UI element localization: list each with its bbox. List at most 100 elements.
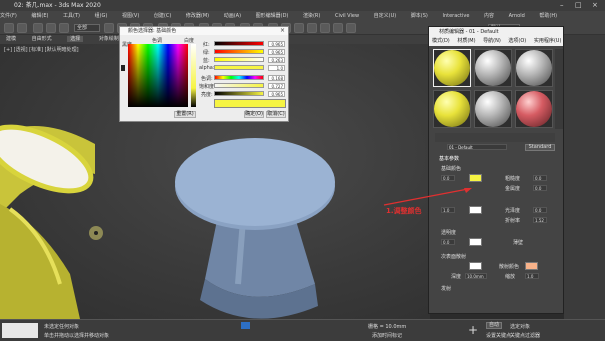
color-swatch [214,99,286,108]
me-menu-navigation[interactable]: 导航(N) [483,38,501,44]
subsurface-color-swatch[interactable] [469,262,482,270]
green-slider[interactable] [214,49,264,54]
reset-button[interactable]: 重置(R) [174,111,196,118]
auto-key-button[interactable]: 自动 [486,322,502,329]
hue-channel-slider[interactable] [214,75,264,80]
material-name-field[interactable]: 01 - Default [447,144,507,150]
ok-button[interactable]: 确定(O) [244,111,264,118]
blue-value[interactable]: 0.263 [268,57,285,63]
emission-label: 发射 [441,286,452,292]
redo-icon[interactable] [17,23,27,33]
me-menu-modes[interactable]: 模式(D) [432,38,450,44]
hue-channel-value[interactable]: 0.168 [268,75,285,81]
material-slot-5[interactable] [474,90,512,128]
render-setup-icon[interactable] [320,23,330,33]
me-menu-options[interactable]: 选项(O) [508,38,526,44]
ribbon-tab-modeling[interactable]: 建模 [6,36,16,42]
maxscript-listener[interactable] [2,323,38,338]
thin-walled-checkbox[interactable]: 薄壁 [513,239,523,246]
minimize-icon[interactable]: – [560,0,564,11]
ribbon-tab-freeform[interactable]: 自由形式 [32,36,52,42]
scatter-color-swatch[interactable] [525,262,538,270]
material-sphere [434,91,470,127]
menu-modifiers[interactable]: 修改器(M) [186,13,209,19]
value-value[interactable]: 0.965 [268,91,285,97]
set-key-button[interactable]: 设置关键点 [486,332,511,339]
saturation-slider[interactable] [214,83,264,88]
menu-help[interactable]: 帮助(H) [539,13,557,19]
material-sphere [516,91,552,127]
close-icon[interactable]: × [592,0,598,11]
blackness-marker[interactable] [121,65,125,71]
value-slider[interactable] [214,91,264,96]
base-weight-field[interactable]: 0.0 [441,175,455,181]
selection-lock-icon[interactable] [241,322,250,329]
transparency-color-swatch[interactable] [469,238,482,246]
undo-icon[interactable] [4,23,14,33]
material-slot-1[interactable] [433,49,471,87]
color-selector-close-icon[interactable]: × [280,27,285,34]
link-icon[interactable] [33,23,43,33]
scale-field[interactable]: 1.0 [525,273,539,279]
depth-field[interactable]: 10.0mm [465,273,487,279]
blue-slider[interactable] [214,57,264,62]
basic-params-rollout[interactable]: 基本参数 [439,155,459,162]
maximize-icon[interactable]: □ [575,0,582,11]
menu-graph-editors[interactable]: 图形编辑器(D) [256,13,289,19]
menu-file[interactable]: 文件(F) [0,13,17,19]
material-slot-4[interactable] [433,90,471,128]
menu-interactive[interactable]: Interactive [442,13,469,19]
unlink-icon[interactable] [46,23,56,33]
hue-blackness-field[interactable] [128,44,188,107]
metalness-field[interactable]: 0.0 [533,185,547,191]
selection-filter-dropdown[interactable]: 全部 [74,24,100,32]
viewport-label[interactable]: [+] [透视] [标准] [默认明暗处理] [4,46,79,53]
selected-object-dropdown[interactable]: 选定对象 [510,323,530,330]
glossiness-field[interactable]: 0.0 [533,207,547,213]
material-type-button[interactable]: Standard [525,144,555,151]
ribbon-tab-object-paint[interactable]: 对象绘制 [99,36,119,42]
schematic-view-icon[interactable] [294,23,304,33]
material-slot-2[interactable] [474,49,512,87]
add-icon[interactable]: + [468,324,478,336]
menu-rendering[interactable]: 渲染(R) [303,13,320,19]
metalness-label: 金属度 [505,186,521,192]
saturation-value[interactable]: 0.727 [268,83,285,89]
cancel-button[interactable]: 取消(C) [266,111,286,118]
menu-tools[interactable]: 工具(T) [63,13,80,19]
bind-space-warp-icon[interactable] [59,23,69,33]
material-slot-6[interactable] [515,90,553,128]
key-filters-button[interactable]: 关键点过滤器 [510,332,540,339]
menu-customize[interactable]: 自定义(U) [374,13,397,19]
select-object-icon[interactable] [104,23,114,33]
ior-field[interactable]: 1.52 [533,217,547,223]
menu-arnold[interactable]: Arnold [509,13,525,19]
red-value[interactable]: 0.965 [268,41,285,47]
ribbon-tab-selection[interactable]: 选择 [67,36,84,42]
red-slider[interactable] [214,41,264,46]
render-frame-icon[interactable] [333,23,343,33]
me-menu-material[interactable]: 材质(M) [457,38,475,44]
menu-group[interactable]: 组(G) [95,13,108,19]
menu-animation[interactable]: 动画(A) [224,13,241,19]
red-label: 红: [203,42,210,48]
menu-create[interactable]: 创建(C) [154,13,171,19]
menu-view[interactable]: 视图(V) [122,13,139,19]
alpha-slider[interactable] [214,65,264,70]
alpha-value[interactable]: 1.0 [268,65,285,71]
whiteness-label: 白度 [184,38,195,44]
roughness-field[interactable]: 0.0 [533,175,547,181]
material-slot-3[interactable] [515,49,553,87]
render-icon[interactable] [346,23,356,33]
whiteness-slider[interactable] [191,44,196,107]
menu-civil-view[interactable]: Civil View [335,13,359,19]
menu-content[interactable]: 内容 [484,13,494,19]
transparency-weight-field[interactable]: 0.0 [441,239,455,245]
base-color-swatch[interactable] [469,174,482,182]
menu-scripting[interactable]: 脚本(S) [411,13,428,19]
me-menu-utilities[interactable]: 实用程序(U) [534,38,562,44]
green-value[interactable]: 0.965 [268,49,285,55]
menu-edit[interactable]: 编辑(E) [31,13,48,19]
add-time-tag[interactable]: 添加时间标记 [372,332,402,339]
material-editor-icon[interactable] [307,23,317,33]
